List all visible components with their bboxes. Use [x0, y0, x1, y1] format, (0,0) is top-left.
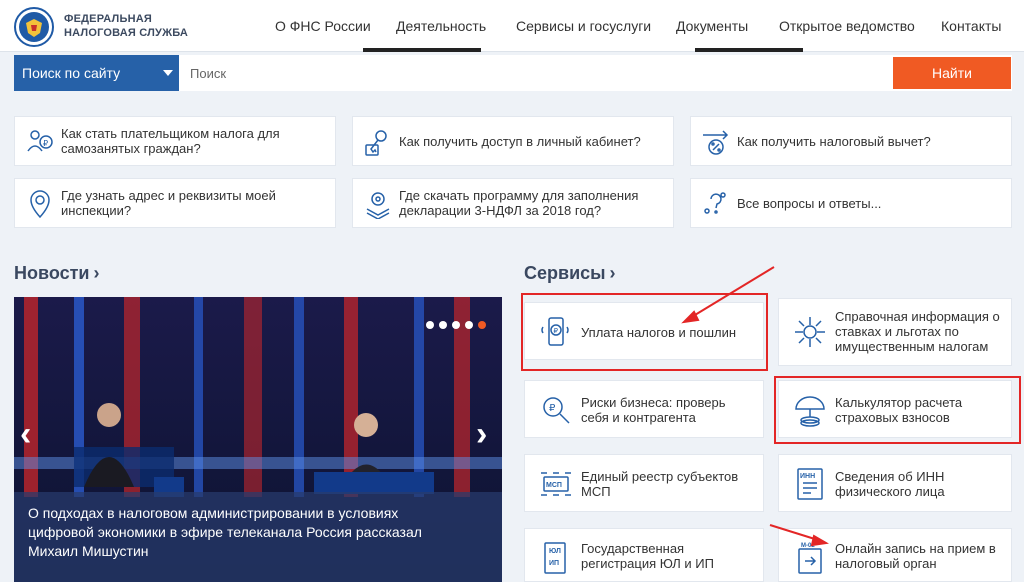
- annotation-arrowhead: [810, 534, 829, 547]
- annotation-arrow-line: [769, 524, 819, 541]
- annotation-arrow-line: [689, 266, 775, 319]
- annotation-arrows: [681, 266, 829, 547]
